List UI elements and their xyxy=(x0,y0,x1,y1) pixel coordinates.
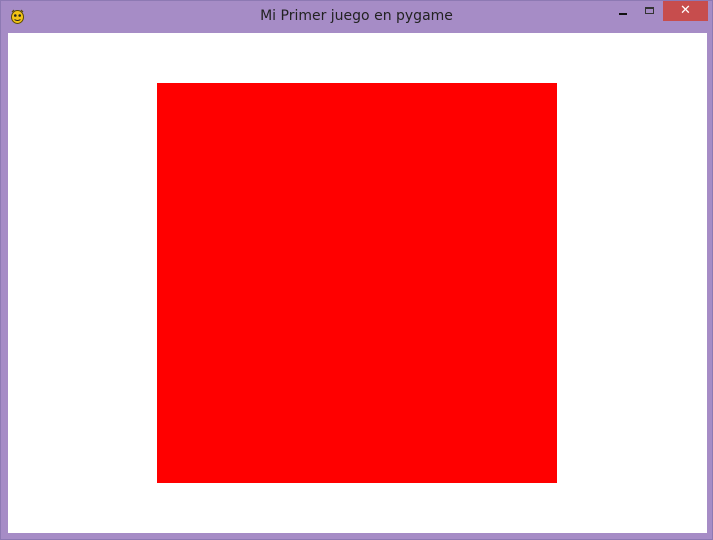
app-window: Mi Primer juego en pygame ✕ xyxy=(0,0,713,540)
close-button[interactable]: ✕ xyxy=(663,1,708,21)
minimize-button[interactable] xyxy=(608,1,634,21)
title-bar[interactable]: Mi Primer juego en pygame ✕ xyxy=(1,1,712,32)
game-canvas[interactable] xyxy=(8,33,707,533)
window-title: Mi Primer juego en pygame xyxy=(260,8,453,24)
close-icon: ✕ xyxy=(680,3,691,18)
minimize-icon xyxy=(619,13,627,15)
maximize-button[interactable] xyxy=(635,1,662,21)
red-square xyxy=(157,83,557,483)
maximize-icon xyxy=(645,7,654,14)
